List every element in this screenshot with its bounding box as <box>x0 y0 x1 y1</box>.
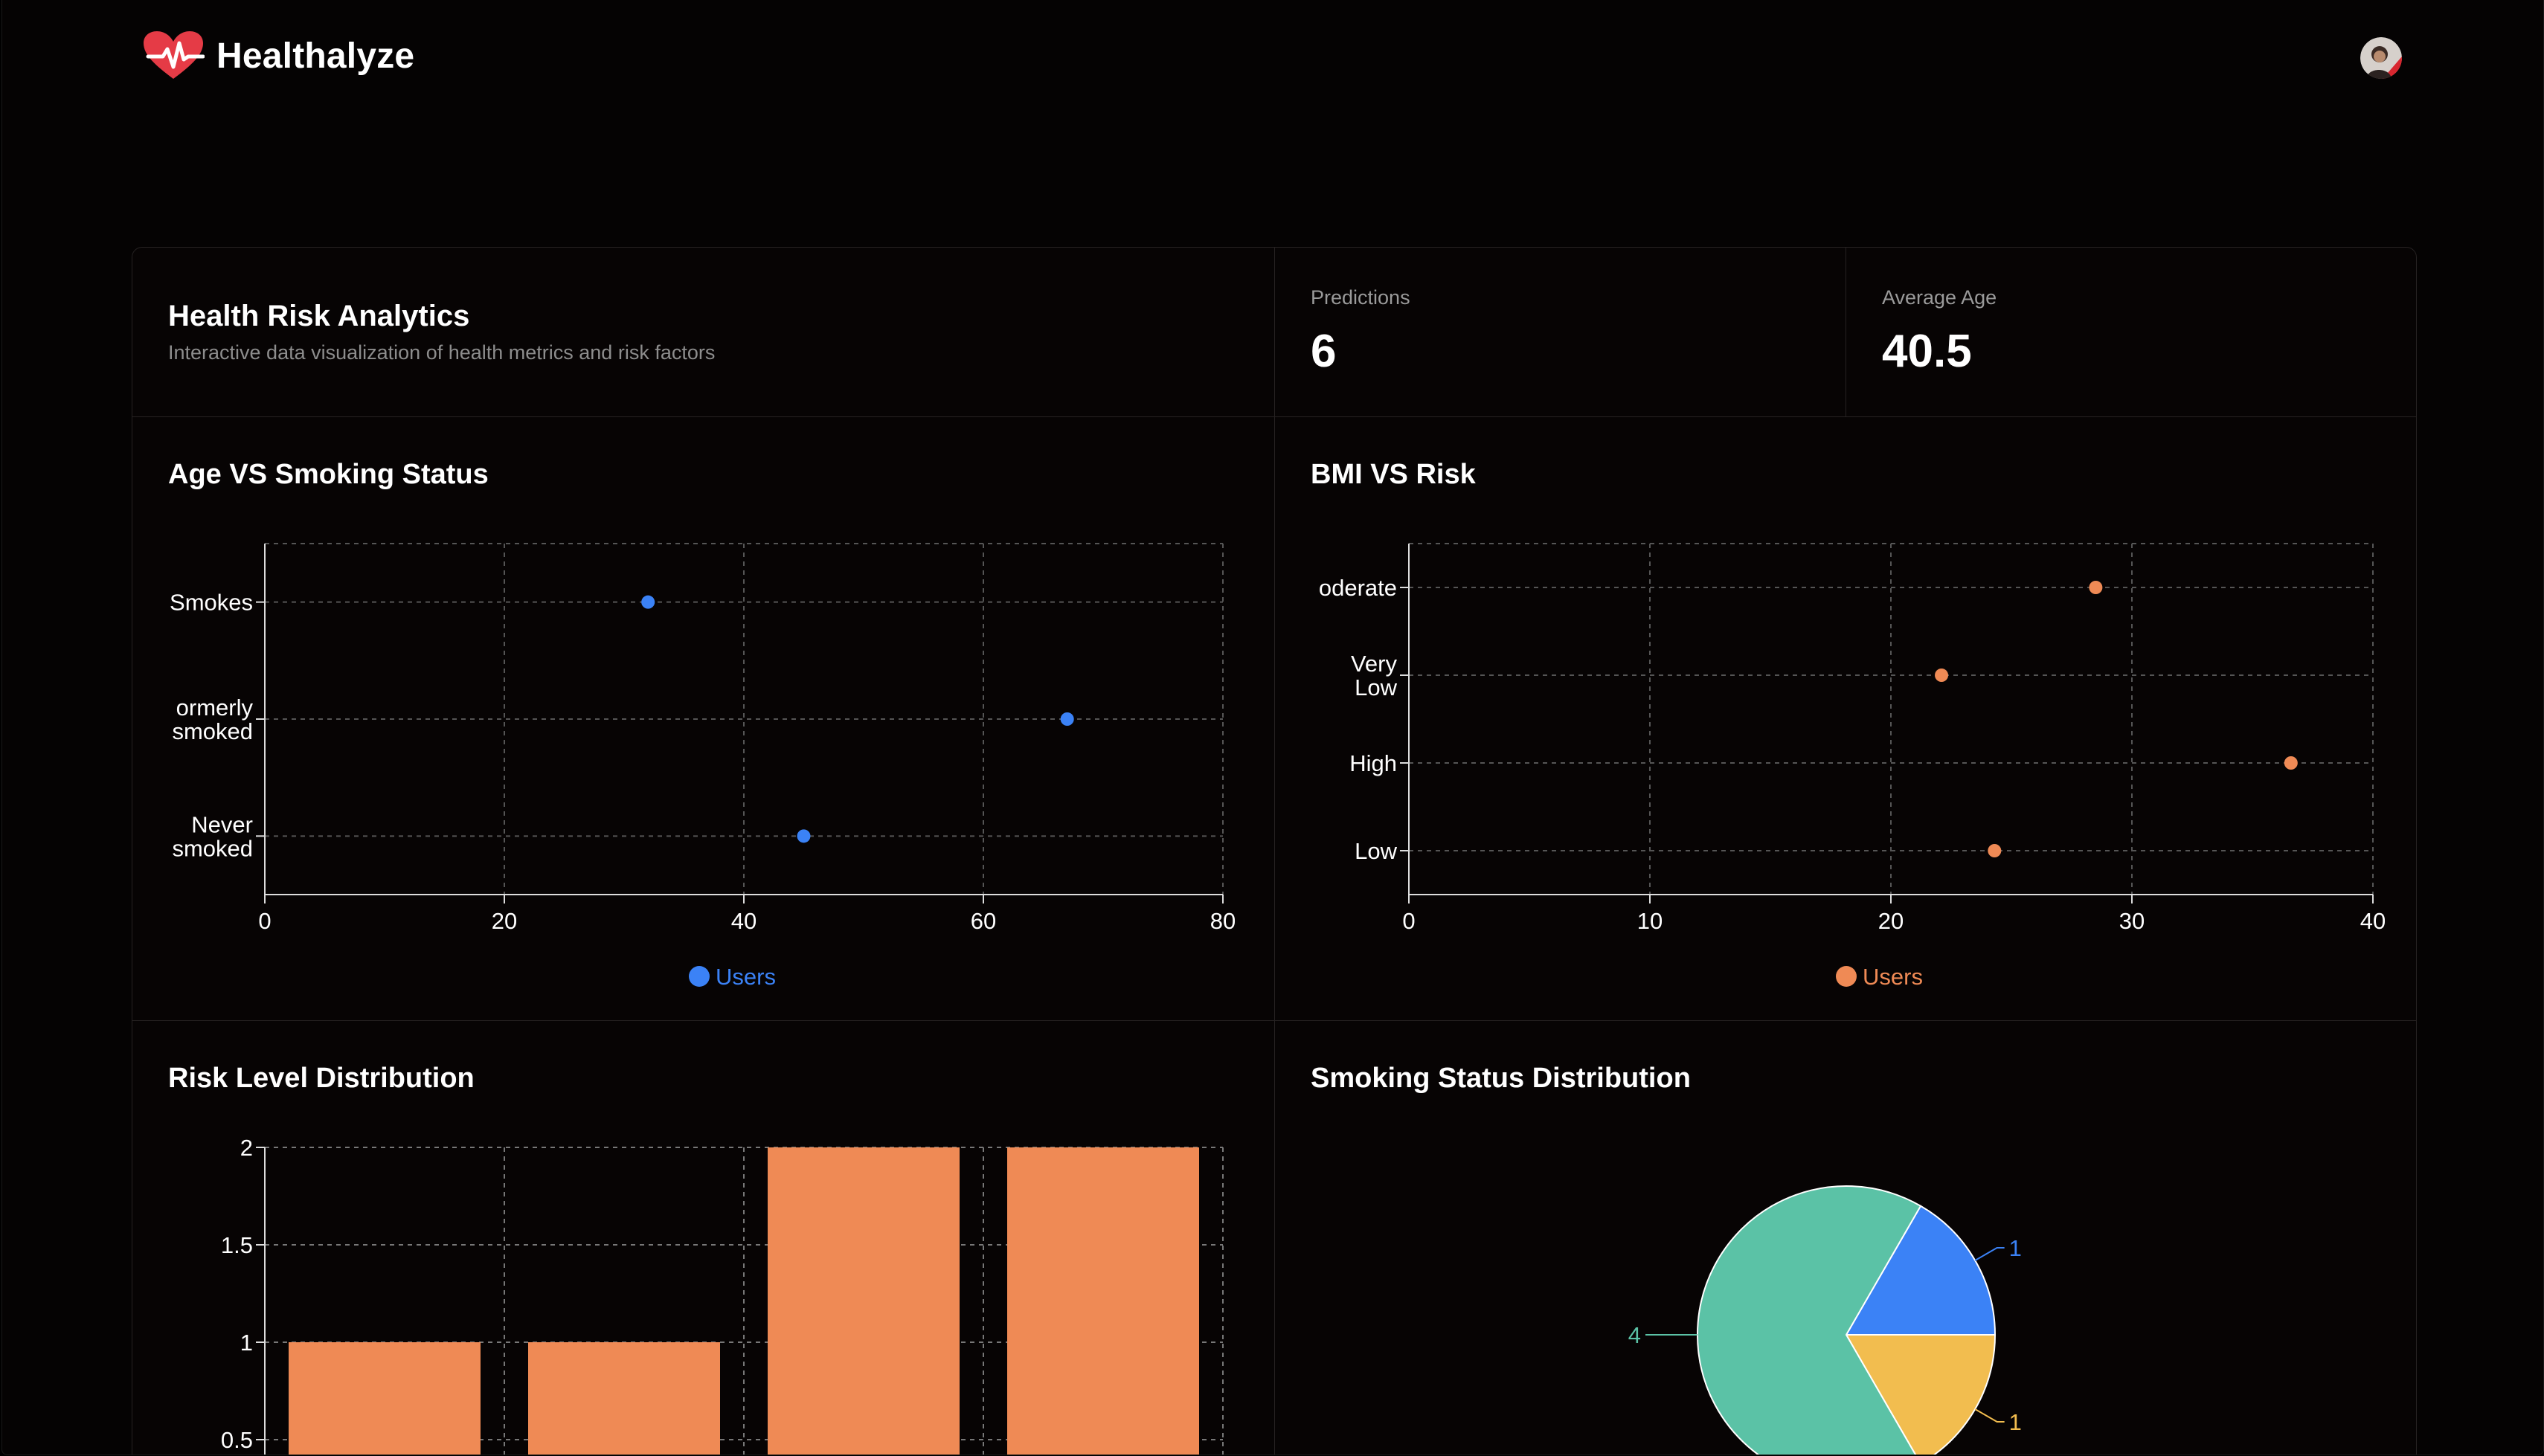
y-tick-label: Very Low <box>1351 651 1398 700</box>
smoking-status-pie-chart: 1 1 4 <box>1628 1185 2022 1455</box>
data-point <box>1060 712 1074 726</box>
bar <box>768 1147 960 1455</box>
data-point <box>797 829 811 843</box>
age-smoking-scatter: 0 20 40 60 80 Smokes ormerly smoked Never smoked U… <box>170 543 1236 990</box>
avatar-image <box>2360 37 2402 79</box>
brand-name: Healthalyze <box>216 36 415 76</box>
y-tick-label: Low <box>1355 838 1397 864</box>
chart-card-risk-distribution: Risk Level Distribution 2 1.5 1 0.5 <box>132 1020 1276 1455</box>
x-tick-label: 10 <box>1637 908 1663 934</box>
x-tick-label: 40 <box>2360 908 2386 934</box>
x-tick-label: 80 <box>1210 908 1236 934</box>
pie-label: 1 <box>2009 1409 2022 1435</box>
bar <box>528 1342 720 1455</box>
stat-card-predictions: Predictions 6 <box>1274 247 1847 418</box>
pie-label-line <box>1974 1408 2005 1423</box>
page-subtitle: Interactive data visualization of health… <box>168 341 716 364</box>
y-tick-label: oderate <box>1319 575 1397 601</box>
data-point <box>1988 844 2002 857</box>
risk-level-bar-chart: 2 1.5 1 0.5 <box>221 1135 1224 1455</box>
y-tick-label: Smokes <box>170 590 253 616</box>
analytics-header-card: Health Risk Analytics Interactive data v… <box>132 247 1276 418</box>
legend-label: Users <box>716 964 776 990</box>
x-tick-label: 60 <box>971 908 996 934</box>
x-tick-label: 40 <box>731 908 757 934</box>
pie-label: 4 <box>1628 1322 1641 1348</box>
heart-pulse-icon <box>144 31 205 79</box>
y-tick-label: 2 <box>240 1135 253 1161</box>
app-logo[interactable]: Healthalyze <box>142 30 414 82</box>
y-tick-label: Never smoked <box>172 811 253 861</box>
legend-marker <box>1836 966 1857 987</box>
bar <box>1007 1147 1199 1455</box>
data-point <box>641 595 655 609</box>
legend-label: Users <box>1863 964 1923 990</box>
y-tick-label: 1.5 <box>221 1232 253 1258</box>
bar <box>289 1342 481 1455</box>
stat-card-average-age: Average Age 40.5 <box>1846 247 2417 418</box>
pie-label: 1 <box>2009 1235 2022 1261</box>
stat-value: 40.5 <box>1882 326 1972 377</box>
x-tick-label: 0 <box>258 908 271 934</box>
page-title: Health Risk Analytics <box>168 300 470 332</box>
data-point <box>2089 581 2103 594</box>
x-tick-label: 20 <box>492 908 517 934</box>
y-tick-label: High <box>1349 750 1397 776</box>
chart-card-bmi-risk: BMI VS Risk 0 10 20 30 40 oderate Very Low High L… <box>1274 416 2417 1022</box>
x-tick-label: 30 <box>2119 908 2145 934</box>
data-point <box>1935 669 1949 682</box>
stat-label: Average Age <box>1882 286 1997 309</box>
chart-card-age-smoking: Age VS Smoking Status 0 20 40 60 80 Smokes orm… <box>132 416 1276 1022</box>
bmi-risk-scatter: 0 10 20 30 40 oderate Very Low High Low Users <box>1319 543 2386 990</box>
y-tick-label: 0.5 <box>221 1427 253 1453</box>
x-tick-label: 0 <box>1402 908 1415 934</box>
stat-label: Predictions <box>1311 286 1410 309</box>
pie-label-line <box>1974 1247 2005 1261</box>
y-tick-label: ormerly smoked <box>172 695 253 744</box>
y-tick-label: 1 <box>240 1330 253 1356</box>
legend-marker <box>689 966 710 987</box>
app-window: Healthalyze Health Risk Analytics Intera… <box>1 0 2544 1455</box>
data-point <box>2284 756 2298 770</box>
chart-card-smoking-distribution: Smoking Status Distribution 114 <box>1274 1020 2417 1455</box>
x-tick-label: 20 <box>1878 908 1904 934</box>
stat-value: 6 <box>1311 326 1337 377</box>
user-avatar[interactable] <box>2360 37 2402 79</box>
